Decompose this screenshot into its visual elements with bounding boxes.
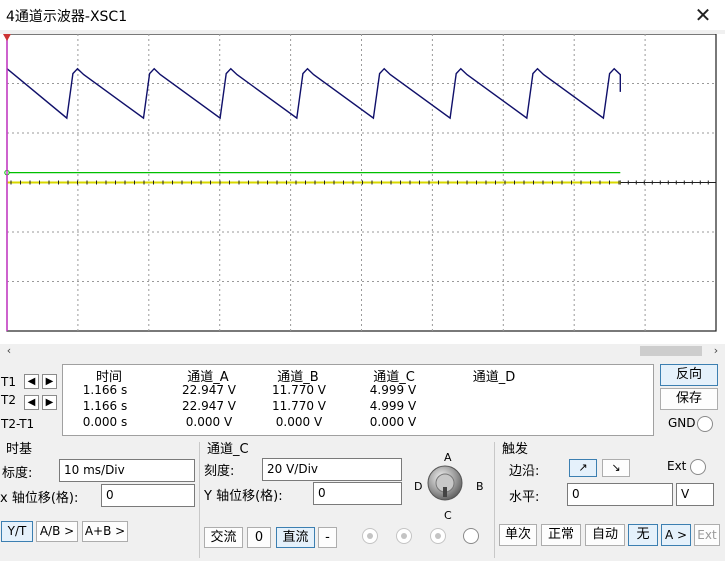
trigger-title: 触发 <box>502 442 529 457</box>
trigger-source-ext-button[interactable]: Ext <box>694 524 720 546</box>
diff-channel-a: 0.000 V <box>185 415 233 429</box>
separator <box>199 442 200 558</box>
t2-channel-c: 4.999 V <box>369 399 417 413</box>
timebase-scale-input[interactable]: 10 ms/Div <box>59 459 195 482</box>
cursor-diff-label: T2-T1 <box>1 417 35 431</box>
channel-scale-input[interactable]: 20 V/Div <box>262 458 402 481</box>
t1-channel-a: 22.947 V <box>181 383 236 397</box>
diff-channel-c: 0.000 V <box>369 415 417 429</box>
edge-label: 边沿: <box>509 464 540 479</box>
channel-radio-a[interactable] <box>362 528 378 544</box>
channel-selector-knob-icon[interactable] <box>426 464 464 502</box>
x-position-label: x 轴位移(格): <box>0 491 79 506</box>
separator <box>494 442 495 558</box>
cursor-t2-label: T2 <box>1 393 16 407</box>
t1-channel-c: 4.999 V <box>369 383 417 397</box>
horizontal-scrollbar[interactable]: ‹ › <box>0 344 725 358</box>
timebase-title: 时基 <box>6 442 33 457</box>
measurement-table: 时间 通道_A 通道_B 通道_C 通道_D 1.166 s 22.947 V … <box>62 364 654 436</box>
trigger-source-a-button[interactable]: A > <box>661 524 691 546</box>
diff-channel-b: 0.000 V <box>275 415 323 429</box>
t1-right-arrow-icon[interactable]: ▶ <box>42 374 57 389</box>
mode-a-plus-b-button[interactable]: A+B > <box>82 521 128 542</box>
coupling-dc-button[interactable]: 直流 <box>276 527 315 548</box>
knob-label-a: A <box>444 451 452 464</box>
scroll-right-icon[interactable]: › <box>709 344 723 358</box>
t1-left-arrow-icon[interactable]: ◀ <box>24 374 39 389</box>
reverse-button[interactable]: 反向 <box>660 364 718 386</box>
save-button[interactable]: 保存 <box>660 388 718 410</box>
t2-channel-b: 11.770 V <box>271 399 326 413</box>
channel-radio-d[interactable] <box>463 528 479 544</box>
gnd-label: GND <box>668 416 696 430</box>
y-position-input[interactable]: 0 <box>313 482 402 505</box>
t2-left-arrow-icon[interactable]: ◀ <box>24 395 39 410</box>
t2-channel-a: 22.947 V <box>181 399 236 413</box>
cursor-t1-label: T1 <box>1 375 16 389</box>
t1-channel-b: 11.770 V <box>271 383 326 397</box>
knob-label-c: C <box>444 509 452 522</box>
knob-label-d: D <box>414 480 423 493</box>
scroll-thumb[interactable] <box>640 346 702 356</box>
trigger-level-input[interactable]: 0 <box>567 483 673 506</box>
channel-radio-b[interactable] <box>396 528 412 544</box>
edge-falling-icon[interactable]: ↘ <box>602 459 630 477</box>
t2-time: 1.166 s <box>82 399 128 413</box>
ext-radio[interactable] <box>690 459 706 475</box>
scroll-left-icon[interactable]: ‹ <box>2 344 16 358</box>
channel-radio-c[interactable] <box>430 528 446 544</box>
coupling-ac-button[interactable]: 交流 <box>204 527 243 548</box>
trigger-normal-button[interactable]: 正常 <box>541 524 581 546</box>
diff-time: 0.000 s <box>82 415 128 429</box>
x-position-input[interactable]: 0 <box>101 484 195 507</box>
trigger-auto-button[interactable]: 自动 <box>585 524 625 546</box>
title-bar: 4通道示波器-XSC1 ✕ <box>0 0 725 30</box>
knob-label-b: B <box>476 480 484 493</box>
gnd-radio[interactable] <box>697 416 713 432</box>
t1-time: 1.166 s <box>82 383 128 397</box>
mode-yt-button[interactable]: Y/T <box>1 521 33 542</box>
t2-right-arrow-icon[interactable]: ▶ <box>42 395 57 410</box>
trigger-single-button[interactable]: 单次 <box>499 524 537 546</box>
trigger-none-button[interactable]: 无 <box>628 524 658 546</box>
trigger-level-unit[interactable]: V <box>676 483 714 506</box>
scope-display <box>3 33 717 332</box>
mode-ab-button[interactable]: A/B > <box>36 521 78 542</box>
window-title: 4通道示波器-XSC1 <box>6 9 128 25</box>
coupling-zero-button[interactable]: 0 <box>247 527 271 548</box>
ext-label: Ext <box>667 459 687 473</box>
close-icon[interactable]: ✕ <box>681 0 725 30</box>
header-channel-d: 通道_D <box>472 370 516 385</box>
oscilloscope-screen <box>0 33 725 344</box>
y-position-label: Y 轴位移(格): <box>204 489 283 504</box>
edge-rising-icon[interactable]: ↗ <box>569 459 597 477</box>
channel-scale-label: 刻度: <box>204 464 235 479</box>
timebase-scale-label: 标度: <box>2 466 33 481</box>
channel-title: 通道_C <box>207 442 249 457</box>
level-label: 水平: <box>509 490 540 505</box>
coupling-minus-button[interactable]: - <box>318 527 337 548</box>
